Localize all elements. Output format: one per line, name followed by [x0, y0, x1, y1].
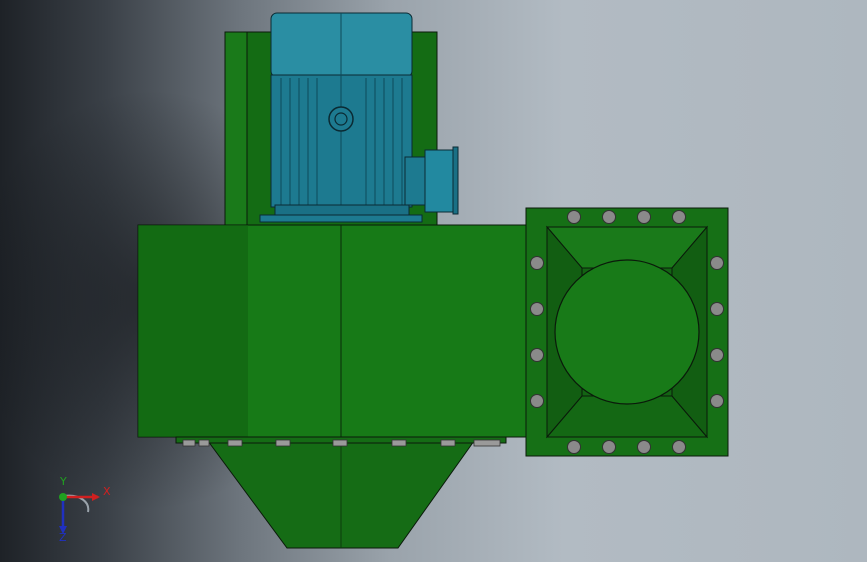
- outlet-opening: [554, 259, 700, 405]
- x-axis-label: X: [103, 485, 111, 498]
- y-axis-label: Y: [60, 475, 67, 488]
- terminal-box-icon[interactable]: [404, 146, 459, 215]
- y-axis-icon: [59, 493, 67, 501]
- outlet-flange-icon[interactable]: [525, 207, 729, 457]
- z-axis-label: Z: [59, 531, 67, 544]
- fan-assembly-model[interactable]: [0, 0, 867, 562]
- coordinate-triad[interactable]: X Y Z: [50, 476, 120, 544]
- bottom-flange-bolts: [182, 439, 501, 447]
- motor-icon[interactable]: [259, 12, 423, 223]
- motor-mount-plate-edge: [224, 31, 248, 227]
- fan-housing-shade: [138, 225, 248, 437]
- motor-nameplate-icon: [328, 106, 354, 132]
- graphics-viewport[interactable]: X Y Z: [0, 0, 867, 562]
